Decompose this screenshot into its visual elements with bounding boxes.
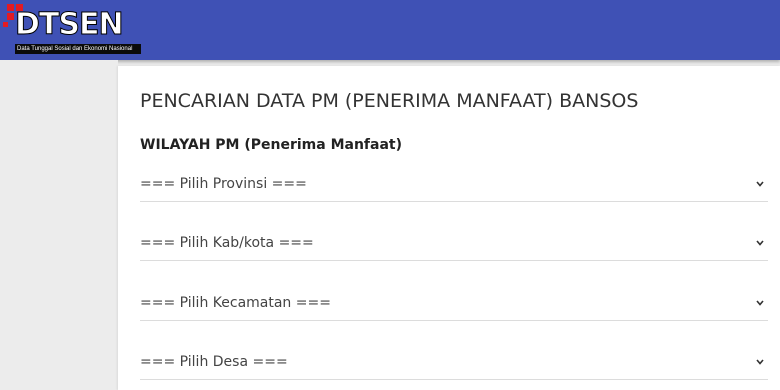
village-select[interactable]: === Pilih Desa === bbox=[140, 350, 768, 380]
district-select[interactable]: === Pilih Kecamatan === bbox=[140, 291, 768, 321]
search-card: PENCARIAN DATA PM (PENERIMA MANFAAT) BAN… bbox=[118, 66, 780, 390]
chevron-down-icon bbox=[756, 181, 764, 187]
logo-subtitle: Data Tunggal Sosial dan Ekonomi Nasional bbox=[15, 44, 141, 54]
regency-select[interactable]: === Pilih Kab/kota === bbox=[140, 231, 768, 261]
logo-square bbox=[7, 4, 14, 11]
logo-square bbox=[7, 13, 14, 20]
region-section-label: WILAYAH PM (Penerima Manfaat) bbox=[140, 137, 403, 153]
logo-wordmark: DTSEN bbox=[15, 7, 125, 42]
top-header: DTSEN Data Tunggal Sosial dan Ekonomi Na… bbox=[0, 0, 780, 60]
regency-select-value: === Pilih Kab/kota === bbox=[140, 235, 314, 251]
chevron-down-icon bbox=[756, 240, 764, 246]
chevron-down-icon bbox=[756, 300, 764, 306]
province-select-value: === Pilih Provinsi === bbox=[140, 176, 307, 192]
dtsen-logo[interactable]: DTSEN Data Tunggal Sosial dan Ekonomi Na… bbox=[3, 2, 141, 56]
logo-square bbox=[3, 22, 8, 27]
page-title: PENCARIAN DATA PM (PENERIMA MANFAAT) BAN… bbox=[140, 90, 639, 112]
district-select-value: === Pilih Kecamatan === bbox=[140, 295, 331, 311]
left-sidebar bbox=[0, 60, 118, 390]
province-select[interactable]: === Pilih Provinsi === bbox=[140, 172, 768, 202]
chevron-down-icon bbox=[756, 359, 764, 365]
village-select-value: === Pilih Desa === bbox=[140, 354, 288, 370]
